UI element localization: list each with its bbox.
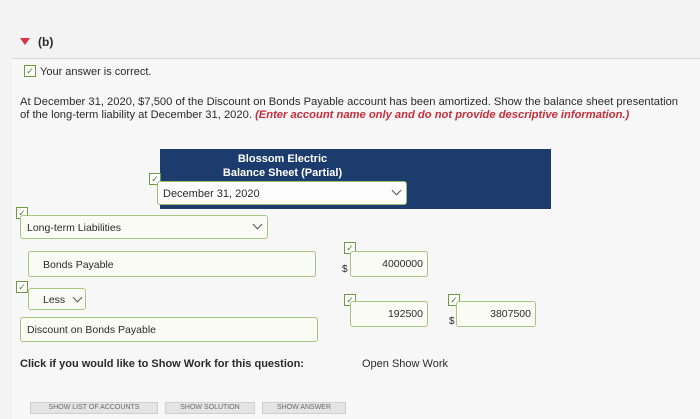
section-label: (b)	[38, 35, 54, 49]
show-answer-button[interactable]: SHOW ANSWER	[262, 402, 346, 414]
discount-amount-input[interactable]: 192500	[350, 301, 428, 327]
show-solution-button[interactable]: SHOW SOLUTION	[165, 402, 255, 414]
bonds-currency: $	[342, 264, 348, 275]
chevron-down-icon	[391, 185, 402, 196]
bonds-amount: 4000000	[382, 258, 423, 270]
bonds-account-field[interactable]: Bonds Payable	[28, 251, 316, 277]
discount-account-name: Discount on Bonds Payable	[27, 324, 156, 336]
company-name: Blossom Electric	[237, 153, 328, 165]
show-accounts-button[interactable]: SHOW LIST OF ACCOUNTS	[30, 402, 158, 414]
date-select[interactable]: December 31, 2020	[157, 181, 407, 205]
bonds-amount-input[interactable]: 4000000	[350, 251, 428, 277]
net-currency: $	[449, 316, 455, 327]
net-amount: 3807500	[490, 308, 531, 320]
correct-check-icon: ✓	[24, 65, 36, 77]
bonds-account-name: Bonds Payable	[43, 259, 114, 271]
chevron-down-icon	[72, 292, 83, 303]
chevron-down-icon	[252, 219, 263, 230]
open-show-work-link[interactable]: Open Show Work	[362, 358, 448, 370]
category-value: Long-term Liabilities	[27, 222, 121, 234]
net-amount-input[interactable]: 3807500	[456, 301, 536, 327]
feedback-text: Your answer is correct.	[40, 66, 152, 78]
less-select[interactable]: Less	[28, 288, 86, 310]
less-value: Less	[43, 294, 66, 306]
category-select[interactable]: Long-term Liabilities	[20, 215, 268, 239]
question-text: At December 31, 2020, $7,500 of the Disc…	[20, 96, 685, 122]
question-instruction: (Enter account name only and do not prov…	[255, 109, 630, 121]
show-work-prompt: Click if you would like to Show Work for…	[20, 358, 304, 370]
date-value: December 31, 2020	[163, 188, 260, 200]
discount-account-field[interactable]: Discount on Bonds Payable	[20, 317, 318, 342]
discount-amount: 192500	[387, 308, 423, 320]
statement-title: Balance Sheet (Partial)	[222, 167, 343, 179]
less-check-icon: ✓	[16, 281, 28, 293]
collapse-triangle-icon[interactable]	[20, 38, 30, 45]
